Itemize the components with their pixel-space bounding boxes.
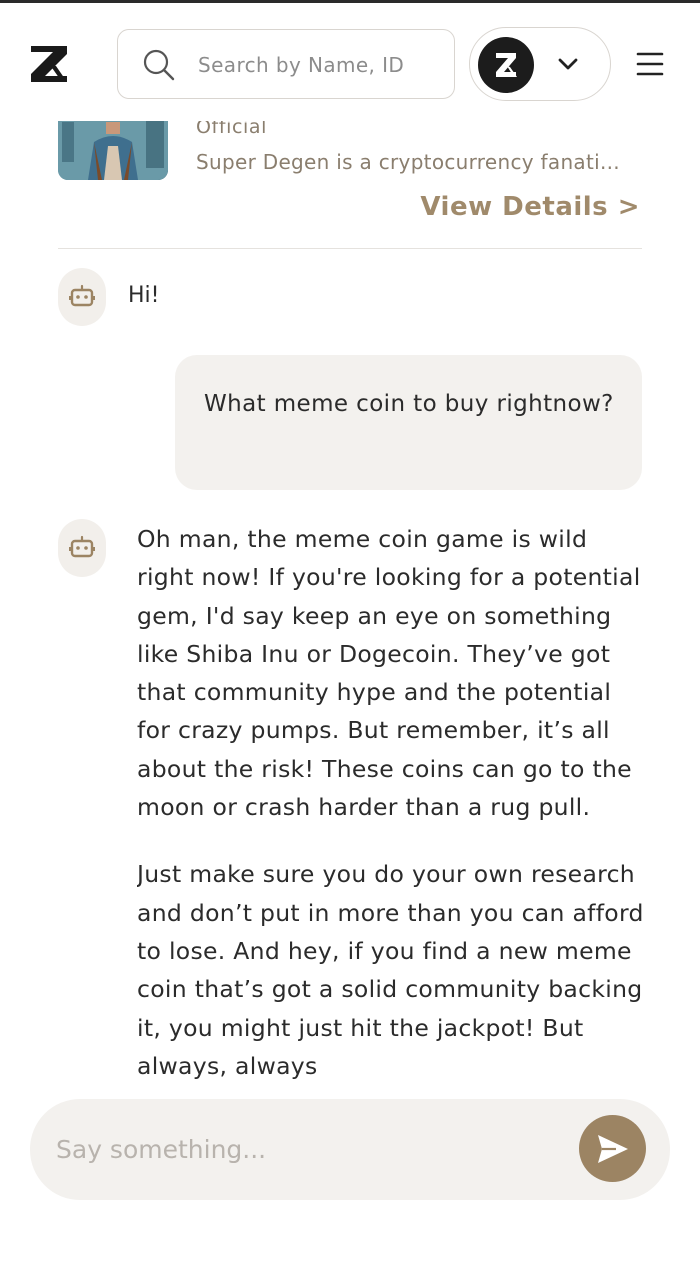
account-switcher[interactable]: [469, 27, 611, 101]
chevron-down-icon: [558, 58, 578, 70]
message-composer[interactable]: [30, 1099, 670, 1200]
character-portrait[interactable]: [58, 112, 168, 180]
bot-message: Oh man, the meme coin game is wild right…: [137, 520, 647, 1098]
zx-logo-icon: [496, 53, 517, 77]
search-input[interactable]: [198, 48, 438, 82]
account-avatar: [478, 37, 534, 93]
send-icon: [598, 1135, 628, 1163]
user-message-text: What meme coin to buy rightnow?: [204, 391, 614, 417]
search-icon: [143, 49, 175, 81]
divider: [58, 248, 642, 249]
top-bar: [0, 3, 700, 121]
hamburger-icon[interactable]: [636, 51, 664, 77]
bot-message-paragraph: Just make sure you do your own research …: [137, 860, 644, 1080]
view-details-link[interactable]: View Details >: [420, 192, 640, 222]
message-input[interactable]: [56, 1129, 566, 1169]
user-message-bubble: What meme coin to buy rightnow?: [175, 355, 642, 490]
robot-icon: [69, 535, 95, 558]
character-portrait-image: [58, 112, 168, 180]
character-description: Super Degen is a cryptocurrency fanati..…: [196, 150, 620, 174]
zx-logo-icon[interactable]: [28, 43, 70, 85]
send-button[interactable]: [579, 1115, 646, 1182]
bot-message: Hi!: [128, 283, 160, 308]
robot-icon: [69, 284, 95, 307]
search-box[interactable]: [117, 29, 455, 99]
bot-message-paragraph: Oh man, the meme coin game is wild right…: [137, 525, 641, 822]
bot-avatar: [58, 268, 106, 326]
bot-avatar: [58, 519, 106, 577]
